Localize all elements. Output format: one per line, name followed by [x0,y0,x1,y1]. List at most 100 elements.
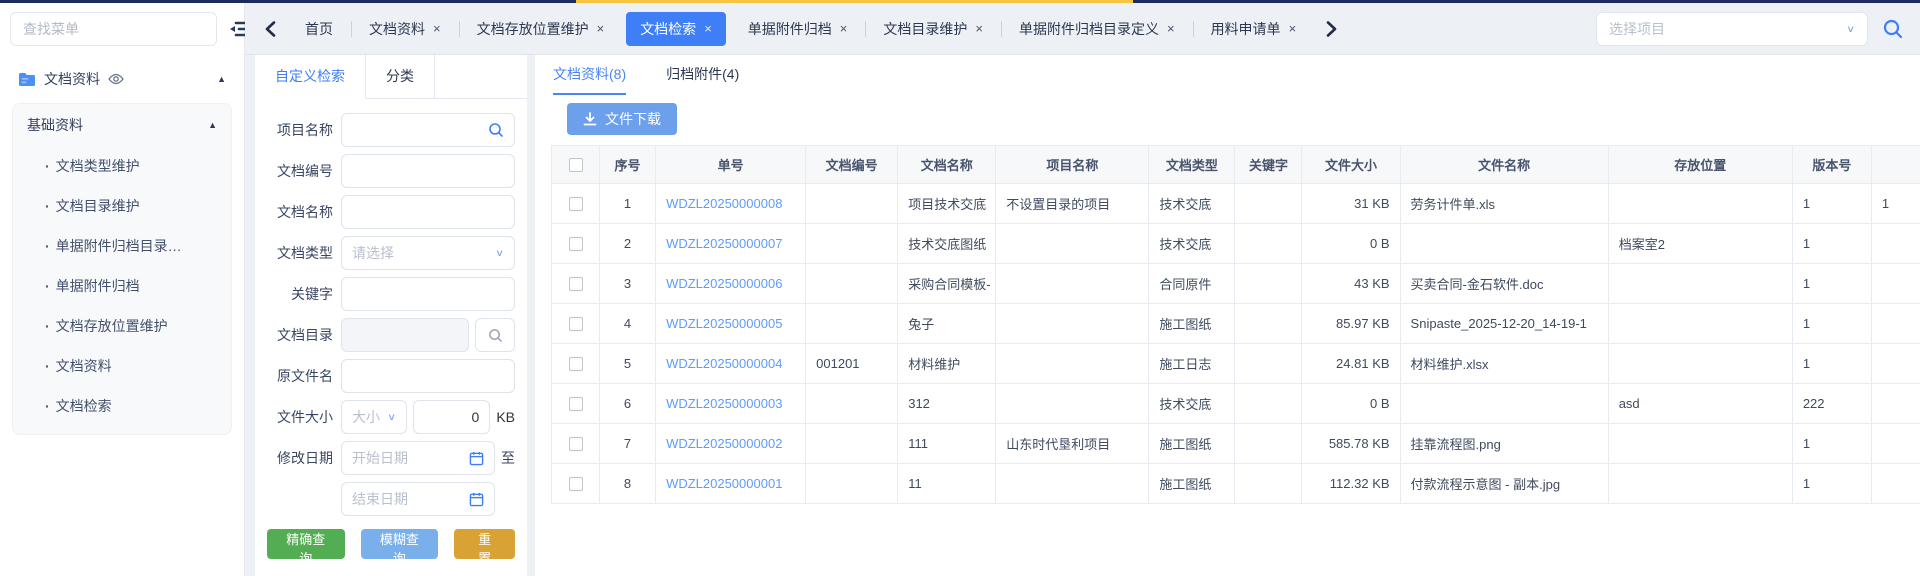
doc-name-input[interactable] [352,196,504,228]
cell-doc_name: 111 [898,424,996,464]
cell-file_name: 材料维护.xlsx [1400,344,1608,384]
cell-file_name [1400,384,1608,424]
cell-version: 222 [1792,384,1871,424]
col-header-checkbox [552,146,600,184]
date-start-input[interactable] [352,442,463,474]
tabs-scroll-left-icon[interactable] [253,3,287,55]
file-size-input[interactable] [424,401,479,433]
tab-close-icon[interactable]: × [1289,21,1297,36]
date-end-input[interactable] [352,483,463,515]
size-compare-select[interactable]: 大小 ∨ [341,400,407,434]
cell-doc_no [806,264,898,304]
eye-icon[interactable] [108,73,124,85]
menu-search-input[interactable] [10,12,217,46]
cell-size: 24.81 KB [1302,344,1400,384]
tab-close-icon[interactable]: × [597,21,605,36]
row-checkbox[interactable] [569,437,583,451]
sidebar-item[interactable]: 文档类型维护 [13,146,231,186]
table-row: 2WDZL20250000007技术交底图纸技术交底0 B档案室21 [552,224,1920,264]
calendar-icon[interactable] [469,492,484,507]
row-checkbox[interactable] [569,397,583,411]
sidebar-group-header[interactable]: 基础资料 ▲ [13,104,231,146]
row-checkbox[interactable] [569,357,583,371]
cell-doc_type: 技术交底 [1149,184,1235,224]
order-no-link[interactable]: WDZL20250000004 [666,356,782,371]
tab-label: 文档存放位置维护 [477,19,589,39]
topbar-tab[interactable]: 文档目录维护 × [865,3,1001,55]
tab-close-icon[interactable]: × [975,21,983,36]
topbar-tab[interactable]: 单据附件归档目录定义 × [1001,3,1193,55]
row-checkbox[interactable] [569,237,583,251]
sidebar-root-node[interactable]: 文档资料 ▲ [12,59,232,99]
sidebar-item[interactable]: 单据附件归档目录… [13,226,231,266]
order-no-link[interactable]: WDZL20250000005 [666,316,782,331]
topbar-tab[interactable]: 文档资料 × [351,3,459,55]
order-no-link[interactable]: WDZL20250000008 [666,196,782,211]
order-no-link[interactable]: WDZL20250000001 [666,476,782,491]
filter-tab-category[interactable]: 分类 [366,55,435,99]
row-checkbox[interactable] [569,317,583,331]
tabs-scroll-right-icon[interactable] [1314,3,1348,55]
sidebar-item[interactable]: 文档检索 [13,386,231,426]
cell-doc_no [806,424,898,464]
cell-doc_no [806,304,898,344]
tab-close-icon[interactable]: × [704,21,712,36]
sidebar-item[interactable]: 文档存放位置维护 [13,306,231,346]
reset-button[interactable]: 重置 [454,529,515,559]
search-icon[interactable] [488,122,504,138]
row-checkbox[interactable] [569,197,583,211]
cell-file_name: Snipaste_2025-12-20_14-19-1 [1400,304,1608,344]
sidebar-item[interactable]: 文档目录维护 [13,186,231,226]
order-no-link[interactable]: WDZL20250000006 [666,276,782,291]
project-select[interactable]: 选择项目 ∨ [1596,12,1868,46]
doc-type-select[interactable]: 请选择 ∨ [341,236,515,270]
order-no-link[interactable]: WDZL20250000003 [666,396,782,411]
field-label-orig-file: 原文件名 [261,366,333,386]
col-header-doc_no: 文档编号 [806,146,898,184]
cell-doc_no [806,224,898,264]
cell-order_no: WDZL20250000005 [656,304,806,344]
topbar-search-icon[interactable] [1882,18,1904,40]
topbar-tab[interactable]: 文档存放位置维护 × [459,3,623,55]
results-tab[interactable]: 归档附件(4) [666,55,739,95]
file-size-unit: KB [496,409,515,425]
sidebar-item[interactable]: 文档资料 [13,346,231,386]
exact-query-button[interactable]: 精确查询 [267,529,345,559]
cell-keyword [1235,424,1302,464]
tab-label: 单据附件归档目录定义 [1019,19,1159,39]
download-button[interactable]: 文件下载 [567,103,677,135]
select-all-checkbox[interactable] [569,158,583,172]
calendar-icon[interactable] [469,451,484,466]
tab-close-icon[interactable]: × [1167,21,1175,36]
topbar-tab[interactable]: 首页 [287,3,351,55]
row-checkbox[interactable] [569,277,583,291]
cell-doc_name: 材料维护 [898,344,996,384]
cell-doc_name: 兔子 [898,304,996,344]
collapse-caret-icon[interactable]: ▲ [208,121,217,130]
topbar-tab[interactable]: 用料申请单 × [1193,3,1315,55]
collapse-caret-icon[interactable]: ▲ [217,75,226,84]
row-checkbox[interactable] [569,477,583,491]
col-header-file_name: 文件名称 [1400,146,1608,184]
orig-file-input[interactable] [352,360,504,392]
order-no-link[interactable]: WDZL20250000002 [666,436,782,451]
topbar-tab[interactable]: 文档检索 × [626,12,726,46]
col-header-project: 项目名称 [996,146,1149,184]
order-no-link[interactable]: WDZL20250000007 [666,236,782,251]
doc-dir-search-button[interactable] [475,318,515,352]
cell-extra [1871,304,1920,344]
cell-seq: 1 [600,184,656,224]
results-tab[interactable]: 文档资料(8) [553,55,626,95]
sidebar-item[interactable]: 单据附件归档 [13,266,231,306]
topbar-tab[interactable]: 单据附件归档 × [730,3,866,55]
doc-dir-input [352,319,458,351]
tab-label: 单据附件归档 [748,19,832,39]
cell-project [996,264,1149,304]
tab-close-icon[interactable]: × [840,21,848,36]
fuzzy-query-button[interactable]: 模糊查询 [361,529,439,559]
filter-tab-custom[interactable]: 自定义检索 [255,55,366,99]
doc-no-input[interactable] [352,155,504,187]
tab-close-icon[interactable]: × [433,21,441,36]
project-name-input[interactable] [352,114,482,146]
keyword-input[interactable] [352,278,504,310]
